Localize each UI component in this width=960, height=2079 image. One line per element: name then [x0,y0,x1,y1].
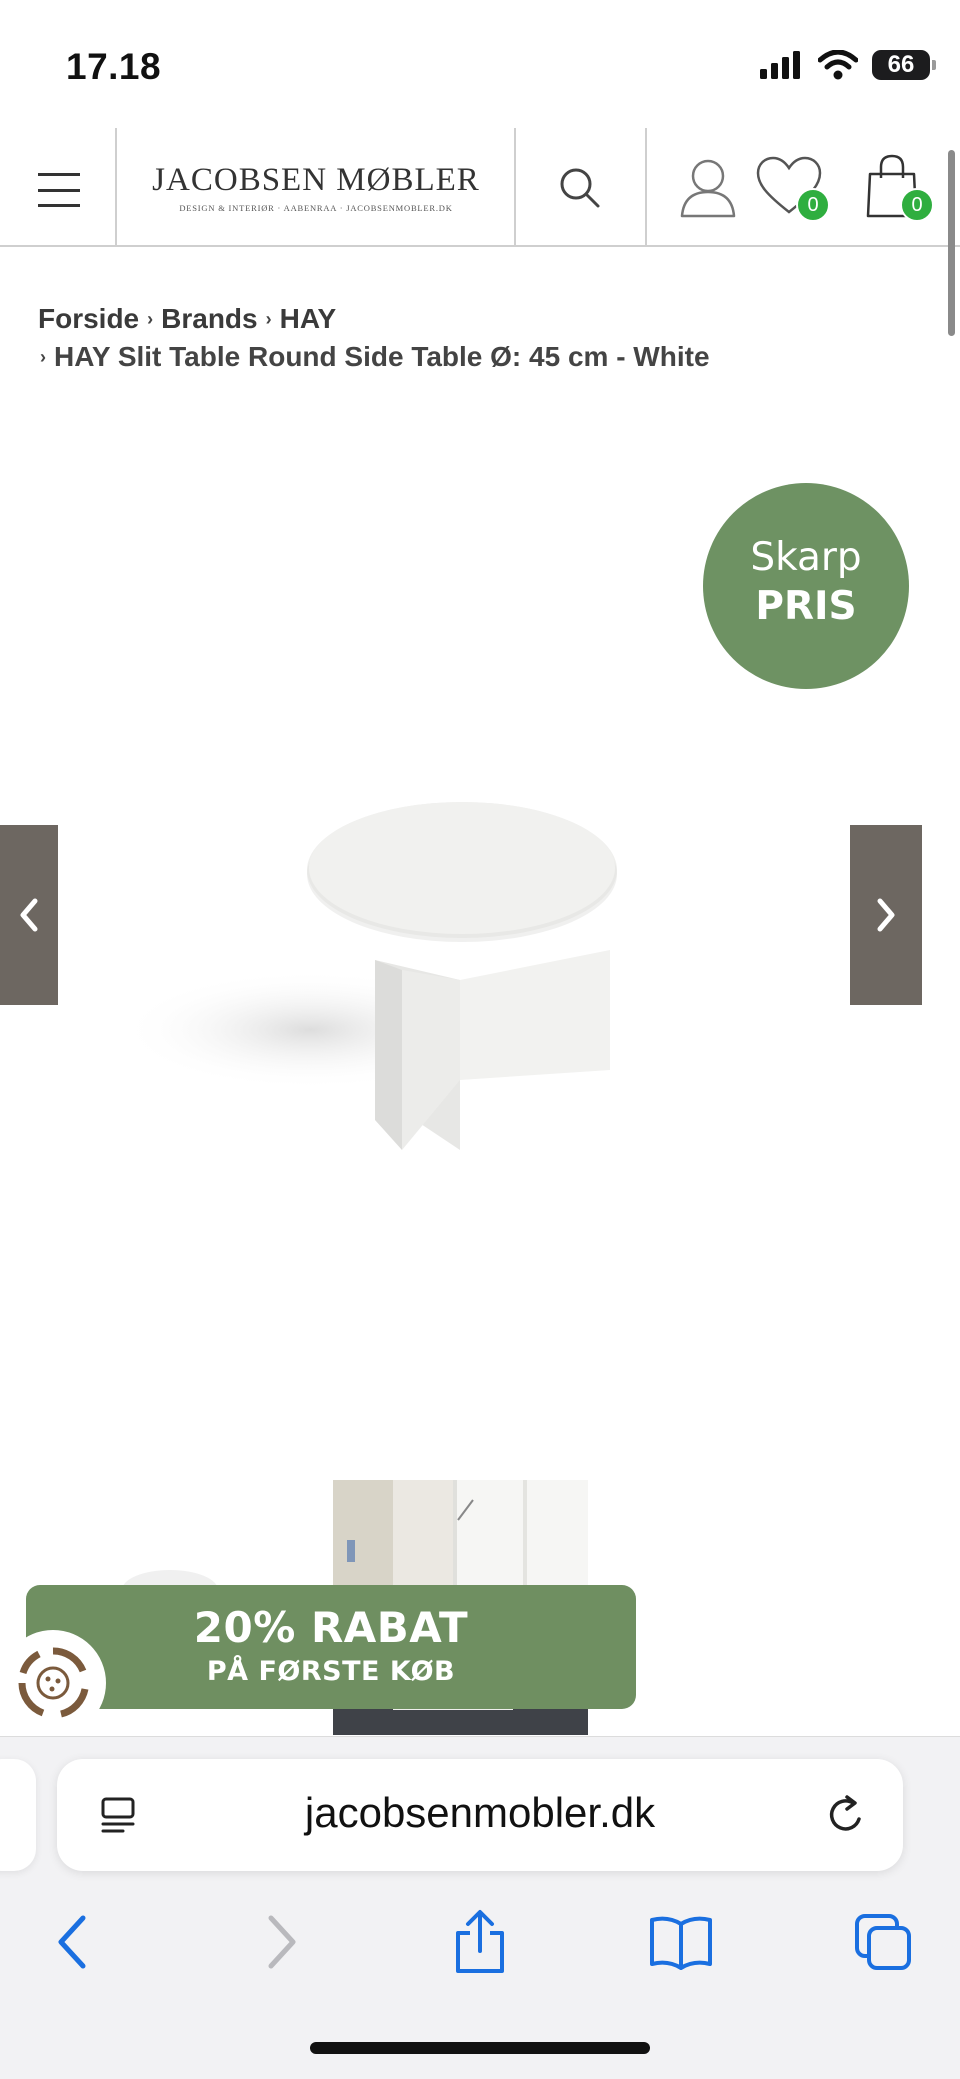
gallery-prev-button[interactable] [0,825,58,1005]
discount-banner[interactable]: 20% RABAT PÅ FØRSTE KØB [26,1585,636,1709]
badge-line-2: PRIS [755,584,857,629]
browser-toolbar: jacobsenmobler.dk [0,1736,960,2079]
logo-sub-text: DESIGN & INTERIØR · AABENRAA · JACOBSENM… [179,203,453,213]
breadcrumb: Forside › Brands › HAY › HAY Slit Table Round… [38,300,918,376]
product-image[interactable] [110,780,670,1180]
search-button[interactable] [556,164,606,214]
site-header: JACOBSEN MØBLER DESIGN & INTERIØR · AABE… [0,128,960,247]
skarp-pris-badge: Skarp PRIS [703,483,909,689]
back-button[interactable] [38,1907,108,1977]
previous-tab-peek[interactable] [0,1759,36,1871]
breadcrumb-separator-icon: › [40,347,46,367]
chevron-right-icon [268,1915,296,1969]
status-bar: 17.18 66 [0,0,960,128]
tabs-button[interactable] [848,1907,918,1977]
share-button[interactable] [445,1907,515,1977]
breadcrumb-brands[interactable]: Brands [161,303,257,334]
promo-subtitle: PÅ FØRSTE KØB [206,1656,456,1687]
header-divider [645,128,647,245]
share-icon [456,1910,504,1973]
wishlist-button[interactable]: 0 [756,156,830,222]
address-bar[interactable]: jacobsenmobler.dk [57,1759,903,1871]
bookmarks-button[interactable] [646,1907,716,1977]
chevron-left-icon [58,1915,86,1969]
breadcrumb-separator-icon: › [147,309,154,329]
account-button[interactable] [676,156,740,220]
cookie-reward-icon [18,1647,89,1718]
search-icon [560,168,600,208]
user-icon [680,159,736,218]
forward-button[interactable] [246,1907,316,1977]
url-text[interactable]: jacobsenmobler.dk [157,1789,803,1837]
page-menu-icon[interactable] [99,1795,139,1835]
header-divider [115,128,117,245]
tabs-icon [855,1914,911,1970]
chevron-right-icon [877,898,895,932]
home-indicator[interactable] [310,2042,650,2054]
site-logo[interactable]: JACOBSEN MØBLER DESIGN & INTERIØR · AABE… [118,148,514,228]
book-icon [650,1916,712,1970]
gallery-next-button[interactable] [850,825,922,1005]
cellular-signal-icon [760,51,800,79]
menu-icon[interactable] [38,173,80,207]
cart-button[interactable]: 0 [864,154,938,224]
logo-main-text: JACOBSEN MØBLER [152,162,480,198]
page-scrollbar[interactable] [948,150,955,336]
battery-indicator: 66 [872,50,936,80]
breadcrumb-separator-icon: › [265,309,272,329]
promo-title: 20% RABAT [193,1603,469,1652]
loyalty-widget-button[interactable] [0,1630,106,1736]
browser-nav-toolbar [0,1897,960,1987]
reload-icon[interactable] [823,1791,869,1837]
breadcrumb-home[interactable]: Forside [38,303,139,334]
status-icons: 66 [760,50,936,80]
breadcrumb-hay[interactable]: HAY [280,303,337,334]
status-time: 17.18 [66,46,162,87]
cart-count-badge: 0 [900,188,934,222]
wishlist-count-badge: 0 [796,188,830,222]
chevron-left-icon [20,898,38,932]
badge-line-1: Skarp [750,535,862,580]
header-divider [514,128,516,245]
wifi-icon [818,50,858,80]
breadcrumb-current: HAY Slit Table Round Side Table Ø: 45 cm… [54,341,710,372]
